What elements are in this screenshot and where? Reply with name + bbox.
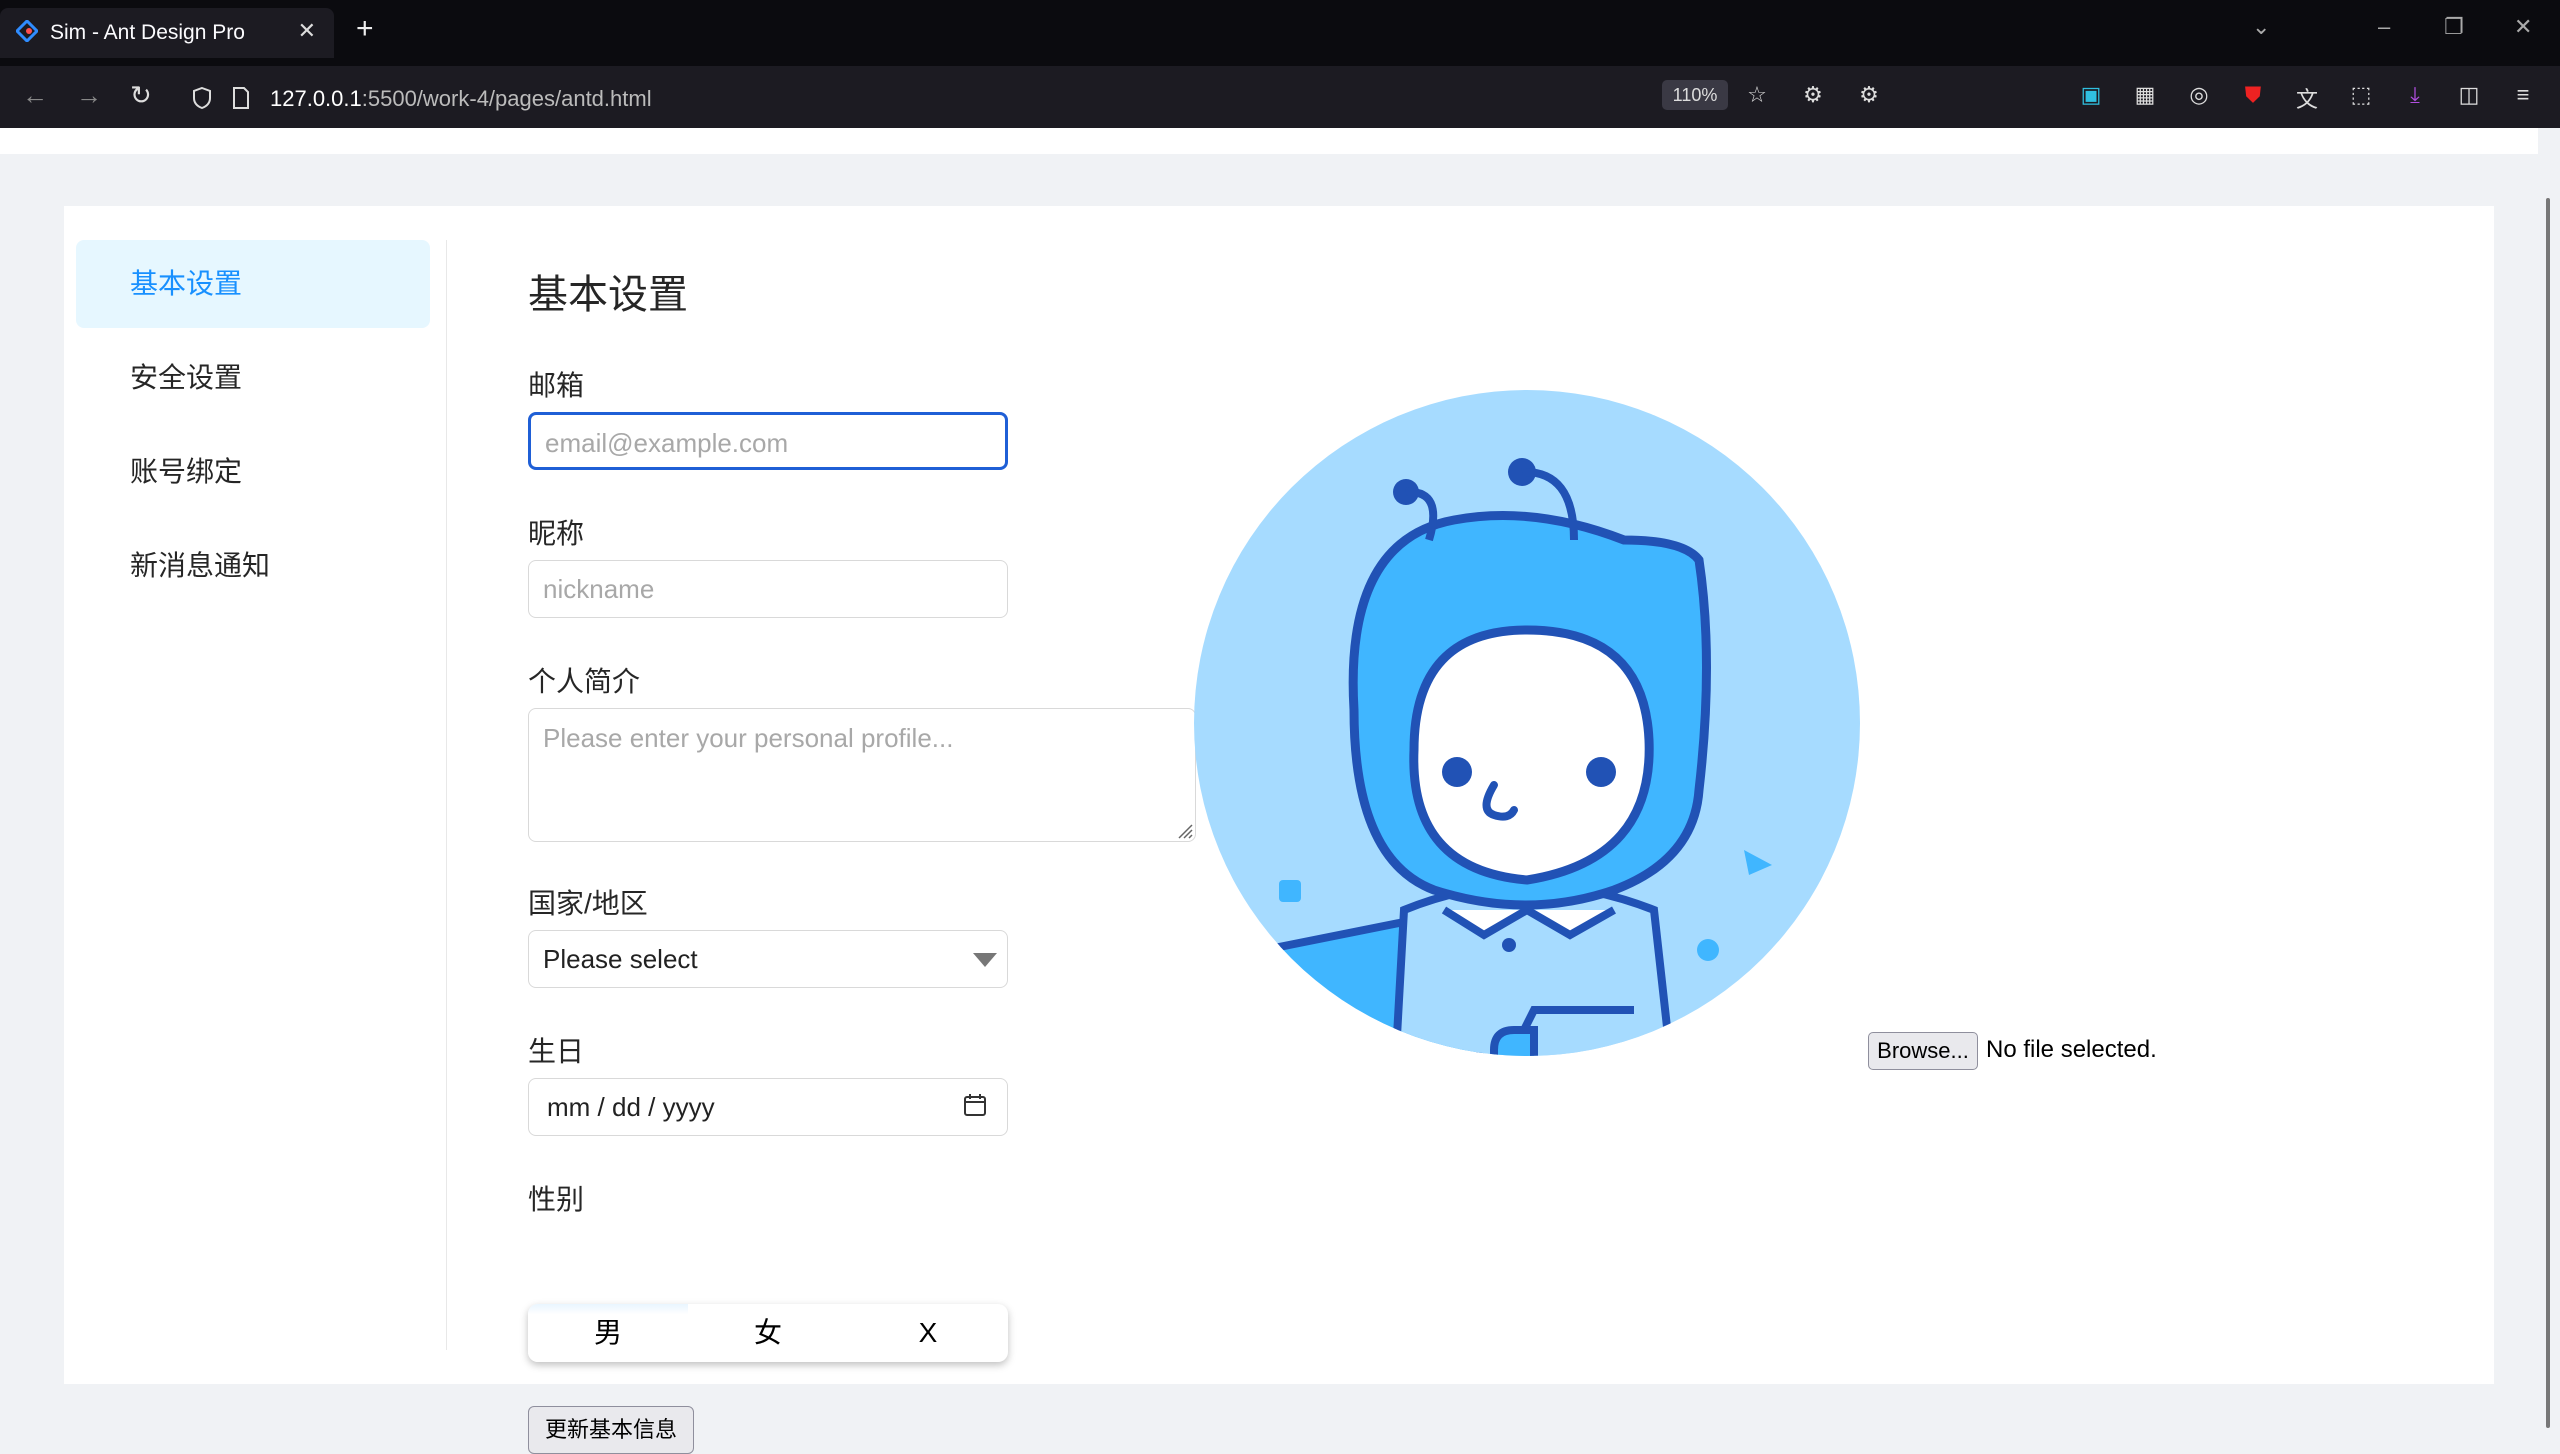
ant-design-logo-icon	[16, 20, 38, 42]
scrollbar[interactable]	[2538, 128, 2560, 1434]
page-viewport: 基本设置 安全设置 账号绑定 新消息通知 基本设置 邮箱 email@examp…	[0, 128, 2538, 1454]
tab-list-chevron-icon[interactable]: ⌄	[2252, 14, 2270, 40]
email-field[interactable]: email@example.com	[528, 412, 1008, 470]
calendar-icon[interactable]	[963, 1093, 987, 1117]
settings-card: 基本设置 安全设置 账号绑定 新消息通知 基本设置 邮箱 email@examp…	[64, 206, 2494, 1454]
settings-gear-icon[interactable]: ⚙	[1856, 82, 1882, 108]
gender-option-x[interactable]: X	[848, 1304, 1008, 1362]
birthday-date-input[interactable]: mm / dd / yyyy	[528, 1078, 1008, 1136]
window-close-icon[interactable]: ✕	[2514, 14, 2532, 40]
nickname-field[interactable]: nickname	[528, 560, 1008, 618]
downloads-icon[interactable]: ⤓	[2402, 82, 2428, 108]
page-header-strip	[0, 128, 2538, 154]
ublock-icon[interactable]: ⛊	[2240, 82, 2266, 108]
menu-item-basic-settings[interactable]: 基本设置	[76, 240, 430, 328]
app-menu-icon[interactable]: ≡	[2510, 82, 2536, 108]
permissions-icon[interactable]: ⚙	[1800, 82, 1826, 108]
url-text[interactable]: 127.0.0.1:5500/work-4/pages/antd.html	[270, 86, 652, 112]
page-icon	[233, 87, 249, 109]
page-title: 基本设置	[528, 273, 688, 317]
tab-close-icon[interactable]: ✕	[298, 18, 316, 44]
menu-item-notifications[interactable]: 新消息通知	[76, 522, 430, 610]
profile-textarea[interactable]: Please enter your personal profile...	[528, 708, 1196, 842]
nickname-label: 昵称	[528, 518, 585, 549]
gender-option-female[interactable]: 女	[688, 1304, 848, 1362]
glasses-icon[interactable]: ◎	[2186, 82, 2212, 108]
update-info-button[interactable]: 更新基本信息	[528, 1406, 694, 1454]
file-status: No file selected.	[1986, 1036, 2157, 1063]
country-label: 国家/地区	[528, 888, 648, 919]
gender-segmented: 男 女 X	[528, 1304, 1008, 1362]
profile-label: 个人简介	[528, 666, 641, 697]
restore-icon[interactable]: ❐	[2444, 14, 2464, 40]
forward-icon[interactable]: →	[76, 80, 102, 111]
resize-handle-icon[interactable]	[1175, 821, 1193, 839]
tab-title: Sim - Ant Design Pro	[50, 21, 245, 44]
back-icon[interactable]: ←	[22, 80, 48, 111]
sidebar-toggle-icon[interactable]: ◫	[2456, 82, 2482, 108]
minimize-icon[interactable]: –	[2378, 14, 2390, 40]
chevron-down-icon	[973, 953, 997, 967]
gender-label: 性别	[528, 1184, 585, 1215]
avatar-image	[1194, 390, 1860, 1056]
save-extension-icon[interactable]: ▣	[2078, 82, 2104, 108]
browser-chrome: Sim - Ant Design Pro ✕ + ⌄ – ❐ ✕ ← → ↻ 1…	[0, 0, 2560, 128]
menu-divider	[446, 240, 447, 1350]
gender-option-male[interactable]: 男	[528, 1304, 688, 1362]
email-label: 邮箱	[528, 370, 585, 401]
bookmark-star-icon[interactable]: ☆	[1744, 82, 1770, 108]
browse-file-button[interactable]: Browse...	[1868, 1032, 1978, 1070]
shield-icon[interactable]	[192, 87, 212, 109]
zoom-level[interactable]: 110%	[1662, 80, 1728, 110]
settings-menu: 基本设置 安全设置 账号绑定 新消息通知	[76, 240, 430, 616]
reload-icon[interactable]: ↻	[130, 80, 152, 111]
menu-item-security-settings[interactable]: 安全设置	[76, 334, 430, 422]
toolbar: ← → ↻ 127.0.0.1:5500/work-4/pages/antd.h…	[0, 66, 2560, 128]
browser-tab[interactable]: Sim - Ant Design Pro ✕	[0, 8, 334, 58]
address-bar[interactable]: 127.0.0.1:5500/work-4/pages/antd.html	[170, 74, 1732, 120]
translate-icon[interactable]: 文	[2294, 82, 2320, 112]
country-select[interactable]: Please select	[528, 930, 1008, 988]
menu-item-account-binding[interactable]: 账号绑定	[76, 428, 430, 516]
scrollbar-thumb[interactable]	[2546, 198, 2550, 1428]
qr-code-icon[interactable]: ▦	[2132, 82, 2158, 108]
birthday-label: 生日	[528, 1036, 585, 1067]
extensions-icon[interactable]: ⬚	[2348, 82, 2374, 108]
new-tab-button[interactable]: +	[356, 14, 374, 44]
